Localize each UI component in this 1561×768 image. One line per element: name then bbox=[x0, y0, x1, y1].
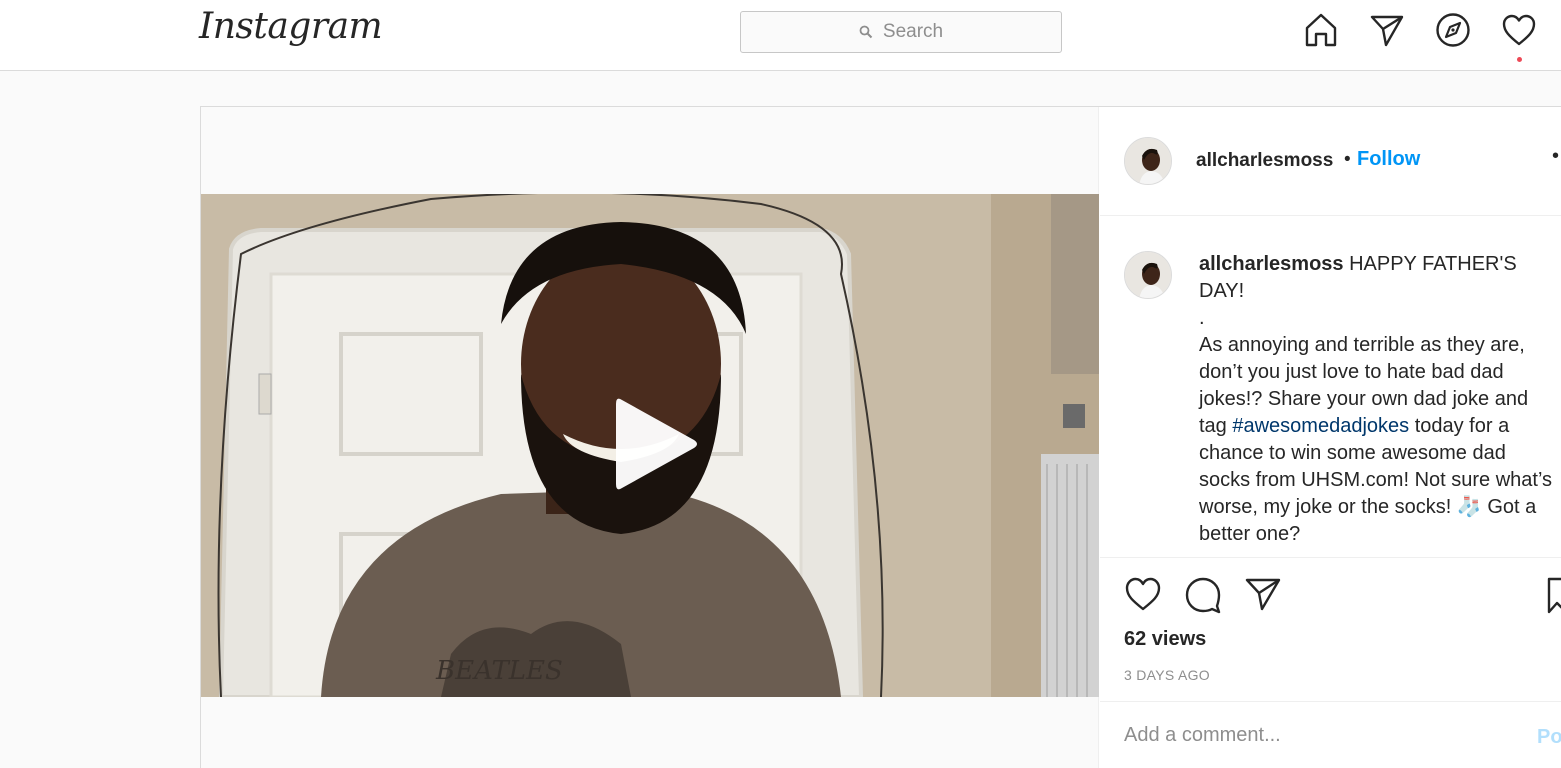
post-author-username[interactable]: allcharlesmoss bbox=[1196, 150, 1333, 172]
post-caption: allcharlesmoss HAPPY FATHER'S DAY! . As … bbox=[1199, 251, 1559, 557]
caption-hashtag[interactable]: #awesomedadjokes bbox=[1232, 415, 1409, 437]
search-icon bbox=[859, 25, 873, 39]
separator-dot: • bbox=[1344, 149, 1351, 170]
post-container: BEATLES allcharlesmoss • Follow • allcha… bbox=[200, 106, 1561, 768]
home-icon[interactable] bbox=[1303, 12, 1339, 48]
explore-icon[interactable] bbox=[1435, 12, 1471, 48]
comment-bar: Post bbox=[1100, 701, 1561, 768]
post-media-area: BEATLES bbox=[201, 107, 1099, 768]
share-direct-icon[interactable] bbox=[1244, 576, 1282, 612]
caption-area: allcharlesmoss HAPPY FATHER'S DAY! . As … bbox=[1100, 217, 1561, 557]
search-placeholder: Search bbox=[882, 21, 944, 42]
view-count[interactable]: 62 views bbox=[1124, 628, 1206, 651]
search-box[interactable]: Search bbox=[740, 11, 1062, 53]
avatar[interactable] bbox=[1124, 137, 1172, 185]
post-comment-button[interactable]: Post bbox=[1537, 726, 1561, 749]
post-side-panel: allcharlesmoss • Follow • allcharlesmoss… bbox=[1100, 107, 1561, 768]
caption-avatar[interactable] bbox=[1124, 251, 1172, 299]
caption-dot-2: . bbox=[1199, 550, 1205, 557]
top-navigation-bar: Instagram Search bbox=[0, 0, 1561, 71]
caption-dot-1: . bbox=[1199, 307, 1205, 329]
post-timestamp[interactable]: 3 DAYS AGO bbox=[1124, 667, 1210, 683]
more-options-icon[interactable]: • bbox=[1552, 145, 1559, 168]
activity-heart-icon[interactable] bbox=[1501, 12, 1537, 48]
instagram-logo[interactable]: Instagram bbox=[199, 6, 383, 47]
direct-icon[interactable] bbox=[1369, 12, 1405, 48]
comment-bubble-icon[interactable] bbox=[1184, 576, 1222, 614]
comment-input[interactable] bbox=[1124, 724, 1504, 747]
follow-button[interactable]: Follow bbox=[1357, 148, 1420, 171]
activity-notification-dot bbox=[1517, 57, 1522, 62]
play-icon[interactable] bbox=[608, 394, 700, 494]
like-heart-icon[interactable] bbox=[1124, 576, 1162, 612]
post-actions: 62 views 3 DAYS AGO bbox=[1100, 557, 1561, 702]
post-video[interactable]: BEATLES bbox=[201, 194, 1099, 697]
post-header: allcharlesmoss • Follow • bbox=[1100, 107, 1561, 216]
caption-username[interactable]: allcharlesmoss bbox=[1199, 253, 1344, 275]
svg-text:BEATLES: BEATLES bbox=[435, 656, 563, 686]
save-bookmark-icon[interactable] bbox=[1546, 576, 1561, 614]
